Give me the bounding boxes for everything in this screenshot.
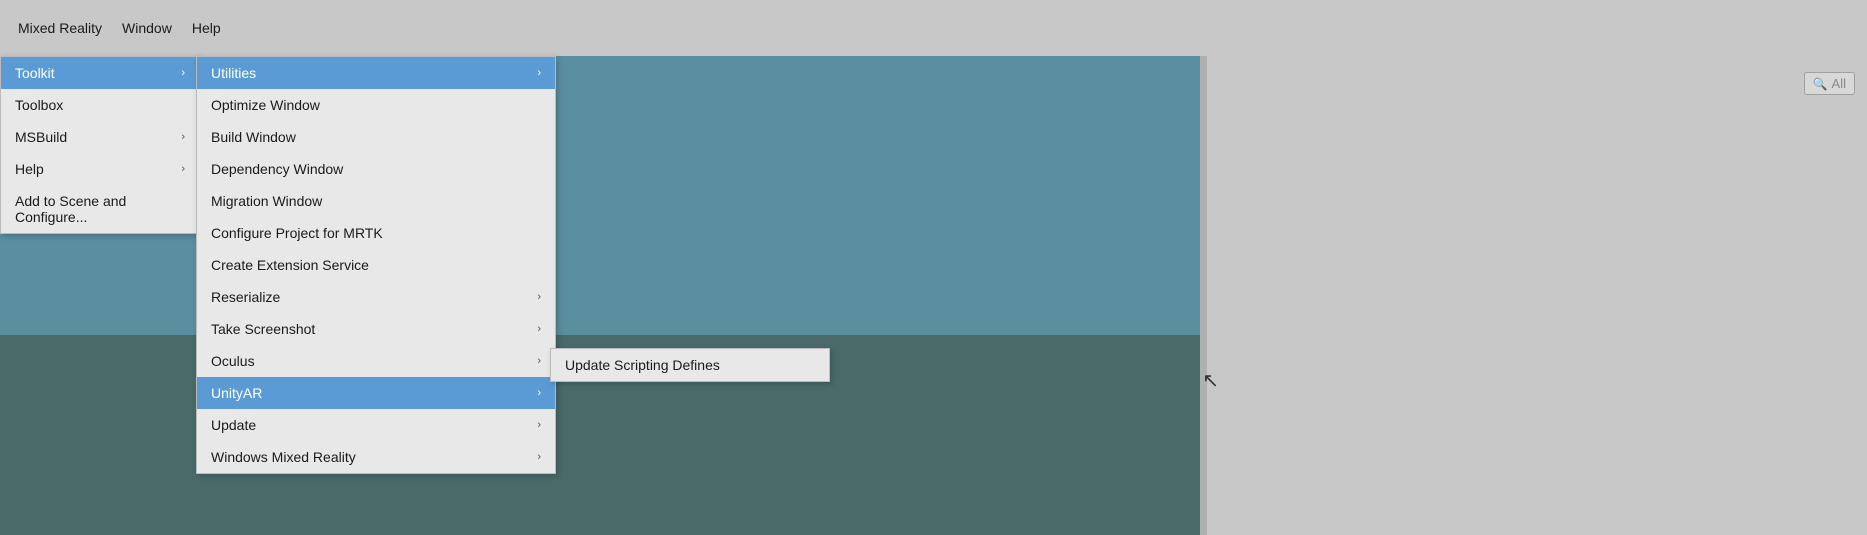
dd2-take-screenshot[interactable]: Take Screenshot ›: [197, 313, 555, 345]
dropdown-level2: Utilities › Optimize Window Build Window…: [196, 56, 556, 474]
chevron-right-icon: ›: [537, 451, 541, 463]
chevron-right-icon: ›: [537, 419, 541, 431]
chevron-right-icon: ›: [537, 387, 541, 399]
dd1-add-to-scene[interactable]: Add to Scene and Configure...: [1, 185, 199, 233]
chevron-right-icon: ›: [181, 67, 185, 79]
chevron-right-icon: ›: [181, 163, 185, 175]
menu-item-mixed-reality[interactable]: Mixed Reality: [8, 14, 112, 42]
dd1-msbuild[interactable]: MSBuild ›: [1, 121, 199, 153]
search-placeholder-text: All: [1832, 76, 1846, 91]
menu-bar: Mixed Reality Window Help: [0, 0, 1867, 56]
dd1-toolbox[interactable]: Toolbox: [1, 89, 199, 121]
chevron-right-icon: ›: [537, 291, 541, 303]
dd2-build-window[interactable]: Build Window: [197, 121, 555, 153]
dd2-windows-mixed-reality[interactable]: Windows Mixed Reality ›: [197, 441, 555, 473]
chevron-right-icon: ›: [537, 323, 541, 335]
dd2-dependency-window[interactable]: Dependency Window: [197, 153, 555, 185]
dd3-update-scripting-defines[interactable]: Update Scripting Defines: [551, 349, 829, 381]
dd2-reserialize[interactable]: Reserialize ›: [197, 281, 555, 313]
menu-item-help[interactable]: Help: [182, 14, 231, 42]
right-panel: ⏭ 🔍 All: [1207, 0, 1867, 535]
chevron-right-icon: ›: [537, 67, 541, 79]
dd2-optimize-window[interactable]: Optimize Window: [197, 89, 555, 121]
search-bar[interactable]: 🔍 All: [1804, 72, 1855, 95]
dd2-configure-project[interactable]: Configure Project for MRTK: [197, 217, 555, 249]
dd2-create-extension[interactable]: Create Extension Service: [197, 249, 555, 281]
dd2-oculus[interactable]: Oculus ›: [197, 345, 555, 377]
dd1-help[interactable]: Help ›: [1, 153, 199, 185]
search-container: 🔍 All: [1207, 56, 1867, 103]
dropdown-level1: Toolkit › Toolbox MSBuild › Help › Add t…: [0, 56, 200, 234]
dd2-update[interactable]: Update ›: [197, 409, 555, 441]
chevron-right-icon: ›: [181, 131, 185, 143]
dropdown-level3: Update Scripting Defines: [550, 348, 830, 382]
dd1-toolkit[interactable]: Toolkit ›: [1, 57, 199, 89]
dd2-unityar[interactable]: UnityAR ›: [197, 377, 555, 409]
search-icon: 🔍: [1813, 77, 1828, 91]
dd2-header-utilities[interactable]: Utilities ›: [197, 57, 555, 89]
menu-item-window[interactable]: Window: [112, 14, 182, 42]
chevron-right-icon: ›: [537, 355, 541, 367]
dd2-migration-window[interactable]: Migration Window: [197, 185, 555, 217]
